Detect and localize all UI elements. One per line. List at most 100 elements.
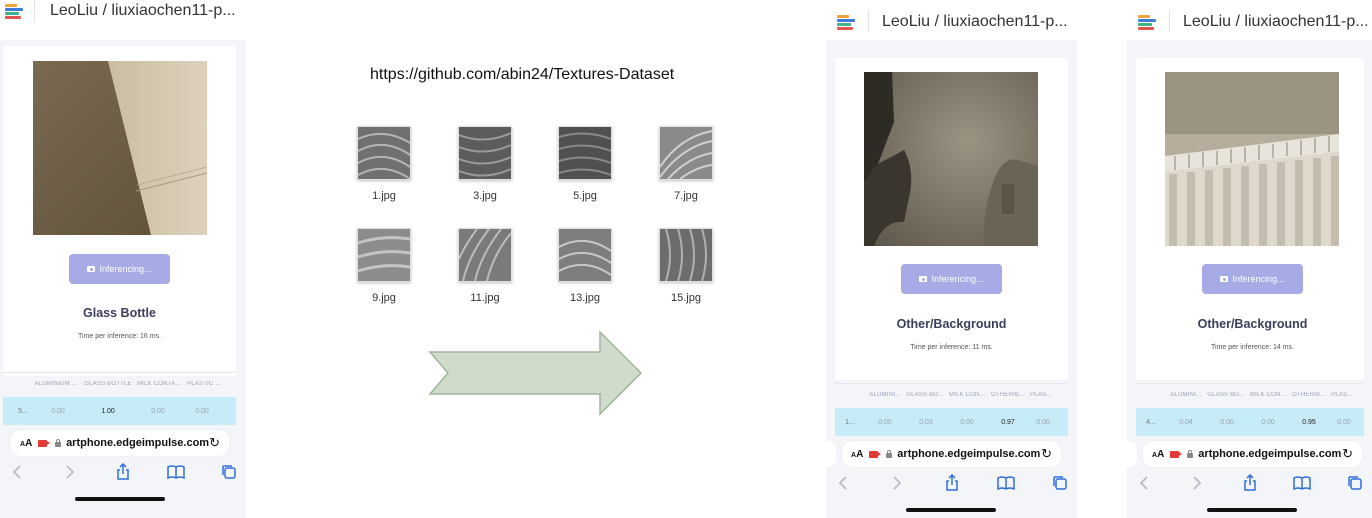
address-bar[interactable]: AA artphone.edgeimpulse.com ↻ (1143, 441, 1362, 467)
table-cell: 0.00 (1220, 418, 1234, 426)
column-header: MILK CON... (1249, 392, 1287, 398)
column-header: MILK CONTA... (137, 381, 181, 387)
home-indicator (1207, 508, 1297, 512)
column-header: MILK CON... (948, 392, 986, 398)
tabs-icon[interactable] (1049, 473, 1071, 493)
classification-label: Glass Bottle (83, 306, 156, 320)
home-indicator (75, 497, 165, 501)
text-size-button[interactable]: AA (20, 438, 32, 449)
browser-toolbar (1127, 473, 1372, 493)
classification-label: Other/Background (1197, 317, 1308, 331)
inferencing-button[interactable]: Inferencing... (901, 264, 1002, 294)
edge-impulse-logo-icon (5, 4, 25, 19)
reload-icon[interactable]: ↻ (209, 435, 220, 451)
address-bar[interactable]: AA artphone.edgeimpulse.com ↻ (10, 430, 229, 456)
texture-thumbnail: 13.jpg (557, 228, 613, 304)
share-icon[interactable] (1239, 473, 1261, 493)
book-icon[interactable] (165, 462, 187, 482)
chevron-left-icon[interactable] (6, 462, 28, 482)
camera-icon (1220, 276, 1229, 282)
column-header: PLAS... (1030, 392, 1052, 398)
book-icon[interactable] (995, 473, 1017, 493)
texture-thumbnail: 1.jpg (356, 126, 412, 202)
table-cell: 4... (1146, 418, 1156, 426)
top-bar: LeoLiu / liuxiaochen11-p... (0, 0, 246, 40)
divider (34, 0, 35, 22)
edge-impulse-logo-icon (837, 15, 857, 30)
texture-thumbnail: 5.jpg (557, 126, 613, 202)
thumbnail-filename: 7.jpg (674, 190, 698, 202)
text-size-button[interactable]: AA (851, 449, 863, 460)
right-arrow-icon (428, 330, 643, 416)
lock-icon (55, 438, 62, 447)
dataset-source-url[interactable]: https://github.com/abin24/Textures-Datas… (370, 66, 674, 84)
lock-icon (1187, 449, 1194, 458)
chevron-left-icon[interactable] (832, 473, 854, 493)
inferencing-button-label: Inferencing... (99, 264, 152, 274)
share-icon[interactable] (941, 473, 963, 493)
tabs-icon[interactable] (1344, 473, 1366, 493)
table-row: 1... 0.00 0.03 0.00 0.97 0.00 (835, 408, 1068, 436)
results-table-header: ALUMINIUM ... GLASS BOTTLE MILK CONTA...… (30, 381, 230, 387)
phone-screenshot-1: LeoLiu / liuxiaochen11-p... Inferencing.… (0, 0, 246, 518)
texture-thumbnail: 3.jpg (457, 126, 513, 202)
chevron-right-icon[interactable] (886, 473, 908, 493)
texture-image (458, 126, 512, 180)
inferencing-button[interactable]: Inferencing... (1202, 264, 1303, 294)
divider (835, 383, 1068, 384)
top-bar: LeoLiu / liuxiaochen11-p... (1127, 0, 1372, 40)
address-bar[interactable]: AA artphone.edgeimpulse.com ↻ (842, 441, 1061, 467)
column-header: GLASS BO... (906, 392, 944, 398)
tab-edge (826, 441, 836, 467)
browser-toolbar (0, 462, 246, 482)
camera-preview (33, 61, 207, 235)
reload-icon[interactable]: ↻ (1342, 446, 1353, 462)
phone-screenshot-2: LeoLiu / liuxiaochen11-p... Inferencing.… (826, 0, 1077, 518)
tabs-icon[interactable] (218, 462, 240, 482)
reload-icon[interactable]: ↻ (1041, 446, 1052, 462)
home-indicator (906, 508, 996, 512)
divider (3, 372, 236, 373)
column-header: GLASS BOTTLE (84, 381, 132, 387)
column-header: ALUMINIUM ... (34, 381, 78, 387)
camera-icon (87, 266, 96, 272)
book-icon[interactable] (1291, 473, 1313, 493)
project-title: LeoLiu / liuxiaochen11-p... (882, 13, 1068, 30)
table-cell: 5... (18, 407, 28, 415)
text-size-button[interactable]: AA (1152, 449, 1164, 460)
texture-thumbnail: 7.jpg (658, 126, 714, 202)
inferencing-button-label: Inferencing... (1232, 274, 1285, 284)
table-cell: 0.95 (1302, 418, 1316, 426)
phone-screenshot-3: LeoLiu / liuxiaochen11-p... Inferencing.… (1127, 0, 1372, 518)
share-icon[interactable] (112, 462, 134, 482)
inference-time: Time per inference: 14 ms. (1211, 344, 1294, 351)
inference-card: Inferencing... Glass Bottle Time per inf… (3, 46, 236, 376)
tab-edge (1127, 441, 1137, 467)
table-cell: 0.04 (1179, 418, 1193, 426)
chevron-right-icon[interactable] (59, 462, 81, 482)
column-header: PLASTIC ... (187, 381, 221, 387)
divider (1136, 383, 1364, 384)
texture-thumbnail: 11.jpg (457, 228, 513, 304)
inference-card: Inferencing... Other/Background Time per… (835, 58, 1068, 380)
inferencing-button[interactable]: Inferencing... (69, 254, 170, 284)
table-row: 4... 0.04 0.00 0.00 0.95 0.00 (1136, 408, 1364, 436)
column-header: ALUMINI... (869, 392, 901, 398)
table-cell: 0.00 (960, 418, 974, 426)
chevron-left-icon[interactable] (1133, 473, 1155, 493)
table-cell: 0.00 (195, 407, 209, 415)
project-title: LeoLiu / liuxiaochen11-p... (1183, 13, 1369, 30)
table-cell: 0.97 (1001, 418, 1015, 426)
thumbnail-filename: 11.jpg (470, 292, 500, 304)
texture-image (458, 228, 512, 282)
texture-image (558, 228, 612, 282)
chevron-right-icon[interactable] (1186, 473, 1208, 493)
texture-thumbnail: 15.jpg (658, 228, 714, 304)
inference-time: Time per inference: 16 ms. (78, 333, 161, 340)
classification-label: Other/Background (896, 317, 1007, 331)
table-cell: 0.00 (1261, 418, 1275, 426)
inference-time: Time per inference: 11 ms. (910, 344, 993, 351)
camera-recording-icon (869, 450, 882, 458)
camera-recording-icon (38, 439, 50, 447)
project-title: LeoLiu / liuxiaochen11-p... (50, 2, 236, 19)
